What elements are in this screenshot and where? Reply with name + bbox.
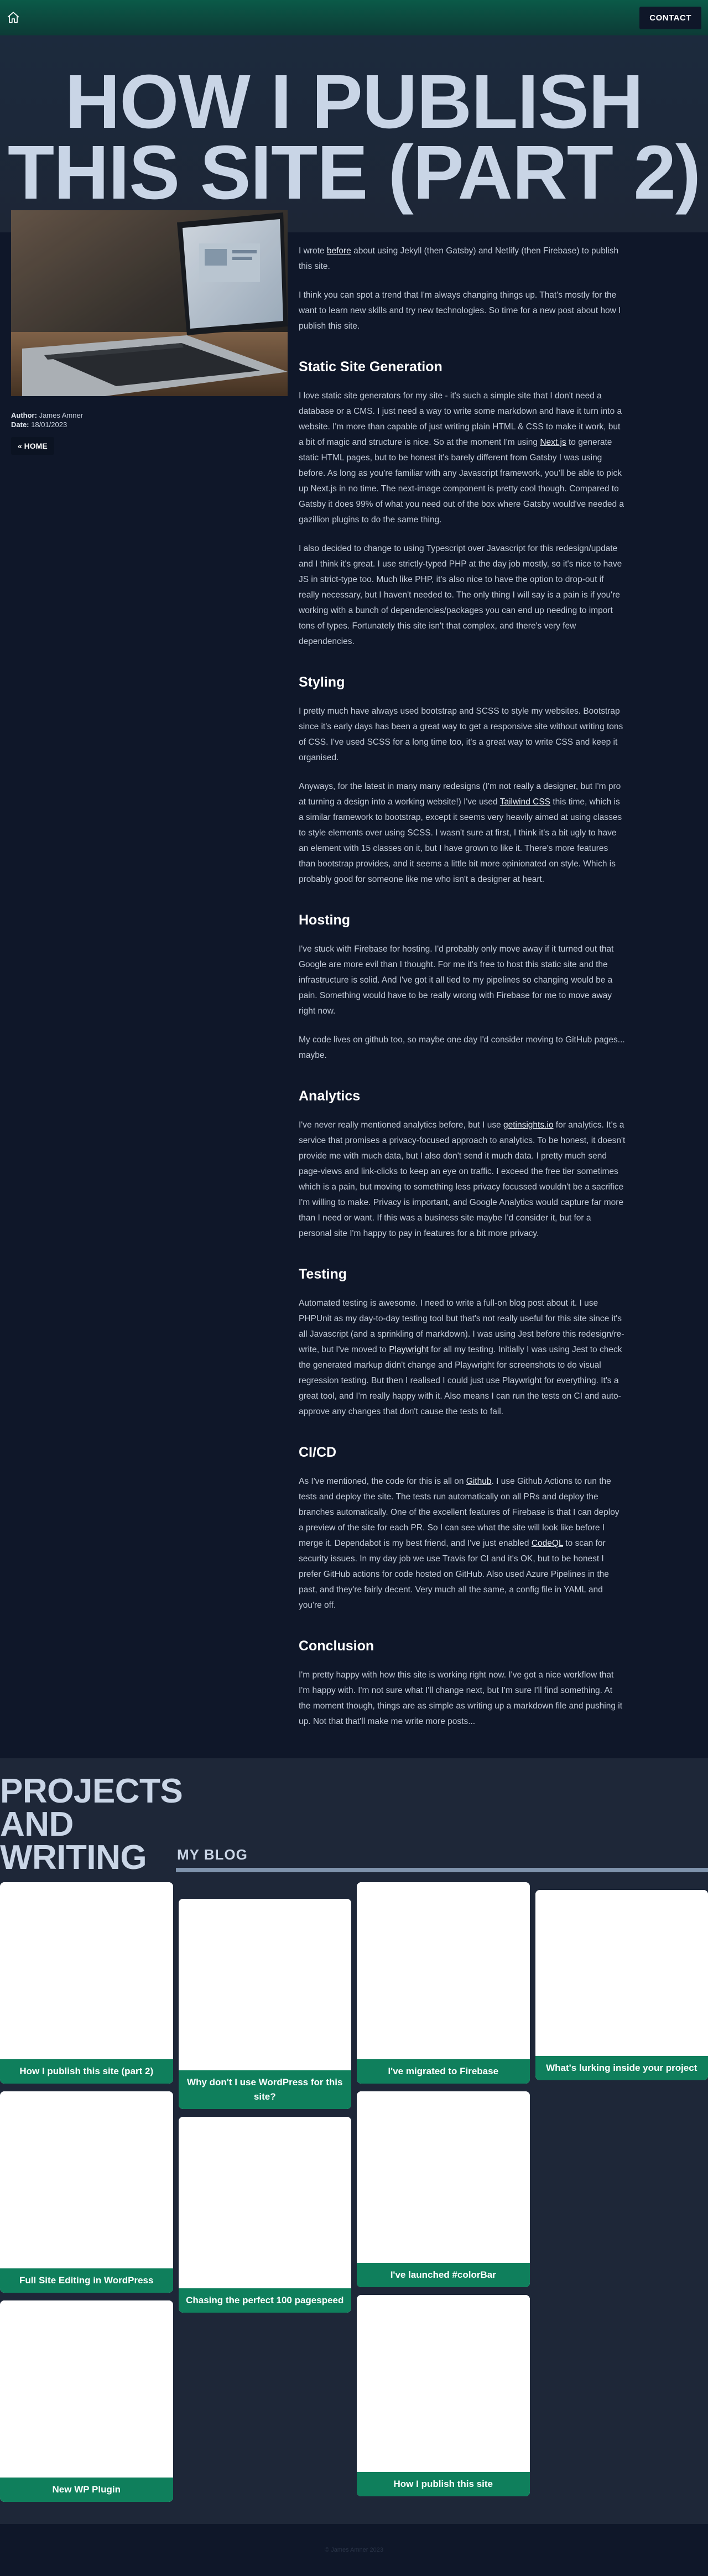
text: to generate static HTML pages, but to be…: [299, 438, 624, 524]
blog-card[interactable]: How I publish this site: [357, 2295, 530, 2496]
blog-card-image: [357, 2295, 530, 2472]
cicd-paragraph-1: As I've mentioned, the code for this is …: [299, 1474, 626, 1613]
projects-title: PROJECTS AND WRITING: [0, 1775, 176, 1874]
blog-card-grid: How I publish this site (part 2) Full Sit…: [0, 1882, 708, 2502]
projects-title-line-2: AND: [0, 1808, 176, 1841]
blog-card-title: New WP Plugin: [0, 2478, 173, 2502]
heading-hosting: Hosting: [299, 912, 626, 928]
blog-card-image: [179, 2117, 352, 2288]
blog-card-title: How I publish this site (part 2): [0, 2059, 173, 2084]
text: I've never really mentioned analytics be…: [299, 1120, 503, 1130]
text: this time, which is a similar framework …: [299, 797, 622, 884]
post-sidebar: Author: James Amner Date: 18/01/2023 « H…: [0, 210, 299, 1743]
author-label: Author:: [11, 411, 37, 419]
post-date: 18/01/2023: [31, 420, 67, 429]
projects-title-line-3: WRITING: [0, 1841, 176, 1874]
blog-column: I've migrated to Firebase I've launched #…: [357, 1882, 530, 2502]
post-body: I wrote before about using Jekyll (then …: [299, 232, 626, 1743]
heading-analytics: Analytics: [299, 1088, 626, 1104]
contact-button[interactable]: CONTACT: [639, 7, 701, 29]
blog-card-image: [0, 2300, 173, 2478]
playwright-link[interactable]: Playwright: [389, 1345, 429, 1354]
home-icon[interactable]: [3, 8, 23, 28]
projects-title-line-1: PROJECTS: [0, 1775, 176, 1808]
heading-testing: Testing: [299, 1266, 626, 1282]
intro-paragraph-1: I wrote before about using Jekyll (then …: [299, 243, 626, 274]
blog-card-title: Full Site Editing in WordPress: [0, 2268, 173, 2293]
blog-card[interactable]: Full Site Editing in WordPress: [0, 2091, 173, 2293]
blog-card-image: [0, 2091, 173, 2268]
hero: HOW I PUBLISH THIS SITE (PART 2): [0, 35, 708, 232]
ssg-paragraph-1: I love static site generators for my sit…: [299, 388, 626, 528]
nextjs-link[interactable]: Next.js: [540, 438, 566, 447]
blog-header: MY BLOG: [176, 1846, 708, 1874]
post: Author: James Amner Date: 18/01/2023 « H…: [0, 232, 708, 1758]
heading-ssg: Static Site Generation: [299, 359, 626, 375]
heading-styling: Styling: [299, 674, 626, 690]
github-link[interactable]: Github: [466, 1477, 492, 1486]
blog-card[interactable]: What's lurking inside your project: [535, 1890, 708, 2080]
blog-card[interactable]: I've launched #colorBar: [357, 2091, 530, 2287]
codeql-link[interactable]: CodeQL: [532, 1539, 563, 1548]
blog-column: What's lurking inside your project: [535, 1882, 708, 2502]
blog-card-title: Chasing the perfect 100 pagespeed: [179, 2288, 352, 2313]
analytics-paragraph-1: I've never really mentioned analytics be…: [299, 1118, 626, 1242]
intro-paragraph-2: I think you can spot a trend that I'm al…: [299, 288, 626, 334]
blog-label: MY BLOG: [177, 1846, 708, 1863]
blog-card-title: Why don't I use WordPress for this site?: [179, 2070, 352, 2109]
heading-conclusion: Conclusion: [299, 1638, 626, 1654]
blog-card-title: How I publish this site: [357, 2472, 530, 2496]
hosting-paragraph-1: I've stuck with Firebase for hosting. I'…: [299, 942, 626, 1019]
blog-card[interactable]: Chasing the perfect 100 pagespeed: [179, 2117, 352, 2313]
getinsights-link[interactable]: getinsights.io: [503, 1120, 553, 1130]
styling-paragraph-1: I pretty much have always used bootstrap…: [299, 704, 626, 766]
top-nav: CONTACT: [0, 0, 708, 35]
blog-card-title: I've migrated to Firebase: [357, 2059, 530, 2084]
blog-column: How I publish this site (part 2) Full Sit…: [0, 1882, 173, 2502]
blog-rule: [176, 1868, 708, 1872]
blog-card[interactable]: I've migrated to Firebase: [357, 1882, 530, 2084]
blog-card-title: What's lurking inside your project: [535, 2056, 708, 2080]
footer: © James Amner 2023: [0, 2524, 708, 2576]
post-meta: Author: James Amner Date: 18/01/2023: [11, 411, 299, 429]
testing-paragraph-1: Automated testing is awesome. I need to …: [299, 1296, 626, 1420]
author-name: James Amner: [39, 411, 83, 419]
blog-card-image: [0, 1882, 173, 2059]
text: for analytics. It's a service that promi…: [299, 1120, 625, 1238]
blog-card-title: I've launched #colorBar: [357, 2263, 530, 2287]
styling-paragraph-2: Anyways, for the latest in many many red…: [299, 779, 626, 887]
conclusion-paragraph-1: I'm pretty happy with how this site is w…: [299, 1668, 626, 1730]
blog-card-image: [179, 1899, 352, 2070]
blog-card[interactable]: Why don't I use WordPress for this site?: [179, 1899, 352, 2109]
before-link[interactable]: before: [327, 246, 351, 256]
page-title-line-2: THIS SITE (PART 2): [8, 137, 700, 208]
ssg-paragraph-2: I also decided to change to using Typesc…: [299, 541, 626, 650]
text: to scan for security issues. In my day j…: [299, 1539, 609, 1610]
home-button[interactable]: « HOME: [11, 437, 54, 455]
projects-header: PROJECTS AND WRITING MY BLOG: [0, 1775, 708, 1874]
blog-card-image: [357, 2091, 530, 2263]
blog-card[interactable]: New WP Plugin: [0, 2300, 173, 2502]
footer-text: © James Amner 2023: [325, 2547, 383, 2553]
text: for all my testing. Initially I was usin…: [299, 1345, 622, 1416]
page-title: HOW I PUBLISH THIS SITE (PART 2): [8, 66, 700, 208]
hosting-paragraph-2: My code lives on github too, so maybe on…: [299, 1032, 626, 1063]
tailwind-link[interactable]: Tailwind CSS: [500, 797, 550, 807]
blog-card[interactable]: How I publish this site (part 2): [0, 1882, 173, 2084]
cover-image: [11, 210, 288, 396]
page-title-line-1: HOW I PUBLISH: [8, 66, 700, 137]
date-label: Date:: [11, 420, 29, 429]
projects-section: PROJECTS AND WRITING MY BLOG How I publi…: [0, 1758, 708, 2524]
text: . I use Github Actions to run the tests …: [299, 1477, 620, 1548]
text: I wrote: [299, 246, 327, 256]
heading-cicd: CI/CD: [299, 1444, 626, 1461]
blog-card-image: [535, 1890, 708, 2056]
blog-card-image: [357, 1882, 530, 2059]
text: As I've mentioned, the code for this is …: [299, 1477, 466, 1486]
blog-column: Why don't I use WordPress for this site?…: [179, 1882, 352, 2502]
